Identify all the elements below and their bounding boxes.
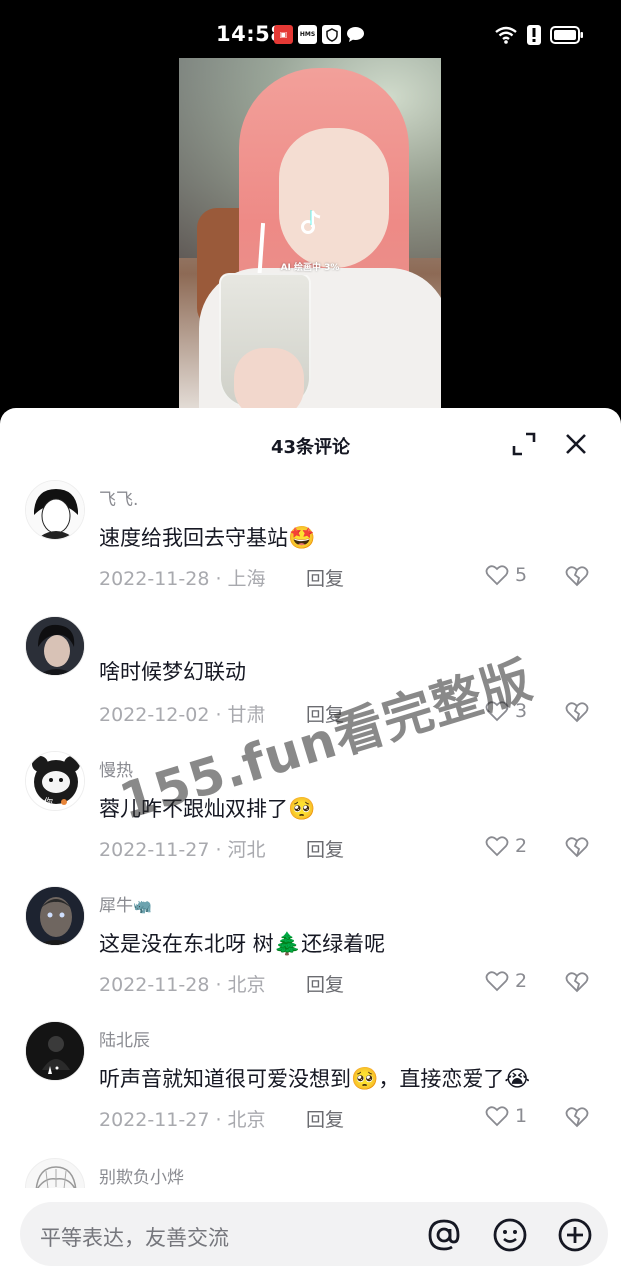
like-button[interactable]: 3 (485, 700, 527, 722)
battery-icon (550, 26, 584, 48)
broken-heart-icon[interactable] (565, 836, 589, 860)
video-frame[interactable]: AI 绘画中 3% (179, 58, 441, 418)
ai-progress-label: AI 绘画中 3% (280, 263, 340, 273)
alert-icon (527, 25, 541, 49)
like-button[interactable]: 1 (485, 1105, 527, 1127)
comment-item: 陆北辰 听声音就知道很可爱没想到🥺，直接恋爱了😭 2022-11-27 · 北京… (0, 1021, 621, 1156)
video-player[interactable]: AI 绘画中 3% (0, 58, 621, 418)
heart-icon (485, 836, 509, 857)
comment-item: 你 慢热 蓉儿咋不跟灿双排了🥺 2022-11-27 · 河北 回复 2 (0, 751, 621, 886)
comment-input-bar: 平等表达，友善交流 (0, 1188, 621, 1280)
like-count: 2 (515, 970, 528, 992)
input-placeholder: 平等表达，友善交流 (40, 1226, 229, 1250)
emoji-icon[interactable] (492, 1217, 528, 1253)
avatar[interactable] (25, 480, 85, 540)
comment-item: 犀牛🦏 这是没在东北呀 树🌲还绿着呢 2022-11-28 · 北京 回复 2 (0, 886, 621, 1021)
heart-icon (485, 1106, 509, 1127)
like-count: 5 (515, 564, 528, 586)
broken-heart-icon[interactable] (565, 701, 589, 725)
comment-username[interactable]: 别欺负小烨 (99, 1163, 184, 1188)
expand-icon[interactable] (511, 431, 537, 457)
like-count: 3 (515, 700, 528, 722)
shield-app-icon (322, 25, 341, 44)
broken-heart-icon[interactable] (565, 1106, 589, 1130)
avatar[interactable]: 你 (25, 751, 85, 811)
like-count: 2 (515, 835, 528, 857)
svg-text:你: 你 (44, 796, 53, 808)
heart-icon (485, 565, 509, 586)
comment-text: 蓉儿咋不跟灿双排了🥺 (99, 797, 316, 822)
app-notification-icon: ▣ (274, 25, 293, 44)
broken-heart-icon[interactable] (565, 565, 589, 589)
comment-input[interactable]: 平等表达，友善交流 (20, 1202, 608, 1266)
add-icon[interactable] (557, 1217, 593, 1253)
comment-username[interactable]: 犀牛🦏 (99, 891, 152, 916)
comment-sheet: 43条评论 飞飞. 速度给我回去守基站🤩 2022-11-28 · 上海 回复 … (0, 408, 621, 1280)
broken-heart-icon[interactable] (565, 971, 589, 995)
comment-username[interactable]: 飞飞. (99, 485, 138, 510)
comment-date-location: 2022-11-28 · 北京 (99, 974, 266, 996)
system-icons (494, 25, 584, 49)
tiktok-logo-icon (298, 208, 326, 236)
comment-date-location: 2022-11-28 · 上海 (99, 568, 266, 590)
reply-button[interactable]: 回复 (306, 835, 344, 862)
notification-icons: ▣ HMS (274, 25, 365, 44)
reply-button[interactable]: 回复 (306, 564, 344, 591)
hms-icon: HMS (298, 25, 317, 44)
comment-date-location: 2022-11-27 · 河北 (99, 839, 266, 861)
comment-date-location: 2022-12-02 · 甘肃 (99, 704, 266, 726)
reply-button[interactable]: 回复 (306, 970, 344, 997)
avatar[interactable] (25, 616, 85, 676)
comment-text: 啥时候梦幻联动 (99, 660, 246, 684)
like-button[interactable]: 2 (485, 835, 527, 857)
wifi-icon (494, 26, 518, 48)
comment-username[interactable]: 陆北辰 (99, 1026, 150, 1051)
avatar[interactable] (25, 1158, 85, 1190)
avatar[interactable] (25, 1021, 85, 1081)
comment-date-location: 2022-11-27 · 北京 (99, 1109, 266, 1131)
comment-list[interactable]: 飞飞. 速度给我回去守基站🤩 2022-11-28 · 上海 回复 5 啥时候梦… (0, 478, 621, 1190)
comment-item: 别欺负小烨 (0, 1158, 621, 1190)
comment-text: 听声音就知道很可爱没想到🥺，直接恋爱了😭 (99, 1067, 531, 1092)
close-icon[interactable] (562, 430, 590, 458)
avatar[interactable] (25, 886, 85, 946)
sheet-header: 43条评论 (0, 408, 621, 478)
like-count: 1 (515, 1105, 528, 1127)
comment-username[interactable]: 慢热 (99, 756, 133, 781)
at-icon[interactable] (426, 1217, 462, 1253)
message-bubble-icon (346, 25, 365, 44)
heart-icon (485, 701, 509, 722)
comment-text: 这是没在东北呀 树🌲还绿着呢 (99, 932, 386, 957)
comment-item: 啥时候梦幻联动 2022-12-02 · 甘肃 回复 3 (0, 616, 621, 751)
reply-button[interactable]: 回复 (306, 700, 344, 727)
like-button[interactable]: 2 (485, 970, 527, 992)
heart-icon (485, 971, 509, 992)
status-bar: 14:58 ▣ HMS (0, 0, 621, 58)
comment-item: 飞飞. 速度给我回去守基站🤩 2022-11-28 · 上海 回复 5 (0, 480, 621, 615)
comment-text: 速度给我回去守基站🤩 (99, 526, 316, 551)
reply-button[interactable]: 回复 (306, 1105, 344, 1132)
like-button[interactable]: 5 (485, 564, 527, 586)
